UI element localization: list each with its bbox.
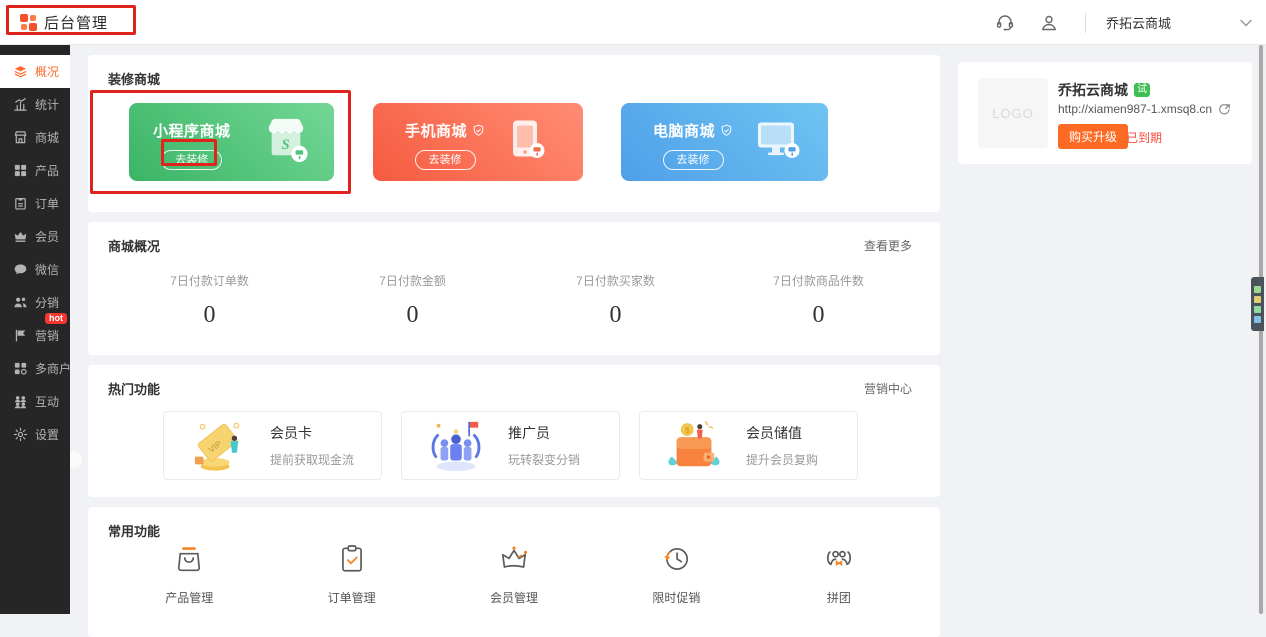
sidebar-item-members[interactable]: 会员: [0, 220, 70, 253]
svg-text:$: $: [685, 424, 690, 434]
mobile-mall-title: 手机商城: [405, 120, 467, 141]
svg-text:S: S: [282, 137, 290, 153]
stat-paid-amount: 7日付款金额 0: [311, 272, 514, 329]
section-title-common: 常用功能: [108, 521, 160, 540]
countdown-clock-icon: [660, 543, 692, 575]
section-title-overview: 商城概况: [108, 236, 160, 255]
decorate-mall-panel: 装修商城 小程序商城 去装修 S 手机商城 去装修: [88, 55, 940, 212]
common-item-member-management[interactable]: 会员管理: [433, 543, 595, 606]
external-link-icon[interactable]: [1218, 103, 1231, 116]
two-users-icon: [13, 295, 28, 310]
mini-program-store-icon: S: [264, 117, 308, 168]
pc-mall-card[interactable]: 电脑商城 去装修: [621, 103, 828, 181]
section-title-hot: 热门功能: [108, 379, 160, 398]
trial-badge: 试: [1134, 83, 1150, 97]
member-card-card[interactable]: VIP 会员卡 提前获取现金流: [163, 411, 382, 480]
sidebar-item-stats[interactable]: 统计: [0, 88, 70, 121]
member-crown-icon: [498, 543, 530, 575]
section-title-decorate: 装修商城: [108, 69, 160, 88]
stored-value-illustration: $: [664, 418, 724, 474]
floating-side-widget[interactable]: [1251, 277, 1264, 331]
sidebar-item-multi-merchant[interactable]: 多商户: [0, 352, 70, 385]
common-item-product-management[interactable]: 产品管理: [108, 543, 270, 606]
user-account-icon[interactable]: [1027, 13, 1071, 33]
stored-value-subtitle: 提升会员复购: [746, 451, 818, 468]
upgrade-button[interactable]: 购买升级: [1058, 124, 1128, 149]
expired-status: 已到期: [1126, 129, 1162, 146]
sidebar-item-products[interactable]: 产品: [0, 154, 70, 187]
hot-functions-panel: 热门功能 营销中心 VIP 会员卡 提前获取现金流: [88, 365, 940, 497]
stat-paid-items: 7日付款商品件数 0: [717, 272, 920, 329]
decorate-button-pc[interactable]: 去装修: [663, 150, 724, 170]
mall-overview-panel: 商城概况 查看更多 7日付款订单数 0 7日付款金额 0 7日付款买家数 0 7…: [88, 222, 940, 355]
shield-check-icon: [472, 124, 485, 137]
promoter-card[interactable]: 推广员 玩转裂变分销: [401, 411, 620, 480]
mini-program-mall-card[interactable]: 小程序商城 去装修 S: [129, 103, 334, 181]
mini-program-mall-title: 小程序商城: [153, 120, 231, 141]
store-name: 乔拓云商城: [1058, 80, 1128, 100]
app-logo[interactable]: 后台管理: [20, 12, 108, 33]
app-title: 后台管理: [44, 12, 108, 33]
view-more-link[interactable]: 查看更多: [864, 237, 912, 254]
store-info-panel: LOGO 乔拓云商城 试 http://xiamen987-1.xmsq8.cn…: [958, 62, 1252, 164]
wechat-icon: [13, 262, 28, 277]
multi-store-icon: [13, 361, 28, 376]
shopping-bag-icon: [173, 543, 205, 575]
order-clipboard-icon: [336, 543, 368, 575]
sidebar-item-settings[interactable]: 设置: [0, 418, 70, 451]
group-icon: [13, 394, 28, 409]
promoter-title: 推广员: [508, 423, 580, 443]
grid-icon: [13, 163, 28, 178]
stat-paid-buyers: 7日付款买家数 0: [514, 272, 717, 329]
decorate-button-mobile[interactable]: 去装修: [415, 150, 476, 170]
layers-icon: [13, 64, 28, 79]
desktop-monitor-icon: [756, 121, 800, 164]
store-logo-placeholder[interactable]: LOGO: [978, 78, 1048, 148]
common-functions-panel: 常用功能 产品管理 订单管理 会员管理: [88, 507, 940, 637]
header-divider: [1085, 13, 1086, 33]
promoter-subtitle: 玩转裂变分销: [508, 451, 580, 468]
common-item-order-management[interactable]: 订单管理: [270, 543, 432, 606]
mobile-mall-card[interactable]: 手机商城 去装修: [373, 103, 583, 181]
stored-value-card[interactable]: $ 会员储值 提升会员复购: [639, 411, 858, 480]
common-item-flash-sale[interactable]: 限时促销: [595, 543, 757, 606]
sidebar-item-wechat[interactable]: 微信: [0, 253, 70, 286]
chevron-down-icon[interactable]: [1240, 19, 1252, 27]
current-store-name[interactable]: 乔拓云商城: [1106, 13, 1238, 32]
group-buy-icon: [823, 543, 855, 575]
storefront-icon: [13, 130, 28, 145]
mobile-phone-icon: [509, 119, 545, 166]
member-card-illustration: VIP: [188, 418, 248, 474]
sidebar-item-orders[interactable]: 订单: [0, 187, 70, 220]
promoter-illustration: [426, 418, 486, 474]
app-logo-icon: [20, 14, 37, 31]
crown-icon: [13, 229, 28, 244]
common-item-group-buy[interactable]: 拼团: [758, 543, 920, 606]
sidebar-nav: 概况 统计 商城 产品 订单 会员 微信 分销 营销 hot 多商户 互动: [0, 45, 70, 614]
top-header: 后台管理 乔拓云商城: [0, 0, 1266, 45]
chart-icon: [13, 97, 28, 112]
sidebar-collapse-handle[interactable]: [70, 451, 82, 468]
stored-value-title: 会员储值: [746, 423, 818, 443]
decorate-button-mini-program[interactable]: 去装修: [161, 150, 222, 170]
shield-check-icon: [720, 124, 733, 137]
gear-icon: [13, 427, 28, 442]
member-card-title: 会员卡: [270, 423, 354, 443]
stat-paid-orders: 7日付款订单数 0: [108, 272, 311, 329]
flag-icon: [13, 328, 28, 343]
sidebar-item-marketing[interactable]: 营销 hot: [0, 319, 70, 352]
customer-service-icon[interactable]: [983, 12, 1027, 33]
sidebar-item-interaction[interactable]: 互动: [0, 385, 70, 418]
sidebar-item-overview[interactable]: 概况: [0, 55, 70, 88]
sidebar-item-mall[interactable]: 商城: [0, 121, 70, 154]
member-card-subtitle: 提前获取现金流: [270, 451, 354, 468]
hot-badge: hot: [45, 313, 67, 324]
pc-mall-title: 电脑商城: [653, 120, 715, 141]
marketing-center-link[interactable]: 营销中心: [864, 380, 912, 397]
clipboard-icon: [13, 196, 28, 211]
store-url[interactable]: http://xiamen987-1.xmsq8.cn: [1058, 102, 1212, 116]
